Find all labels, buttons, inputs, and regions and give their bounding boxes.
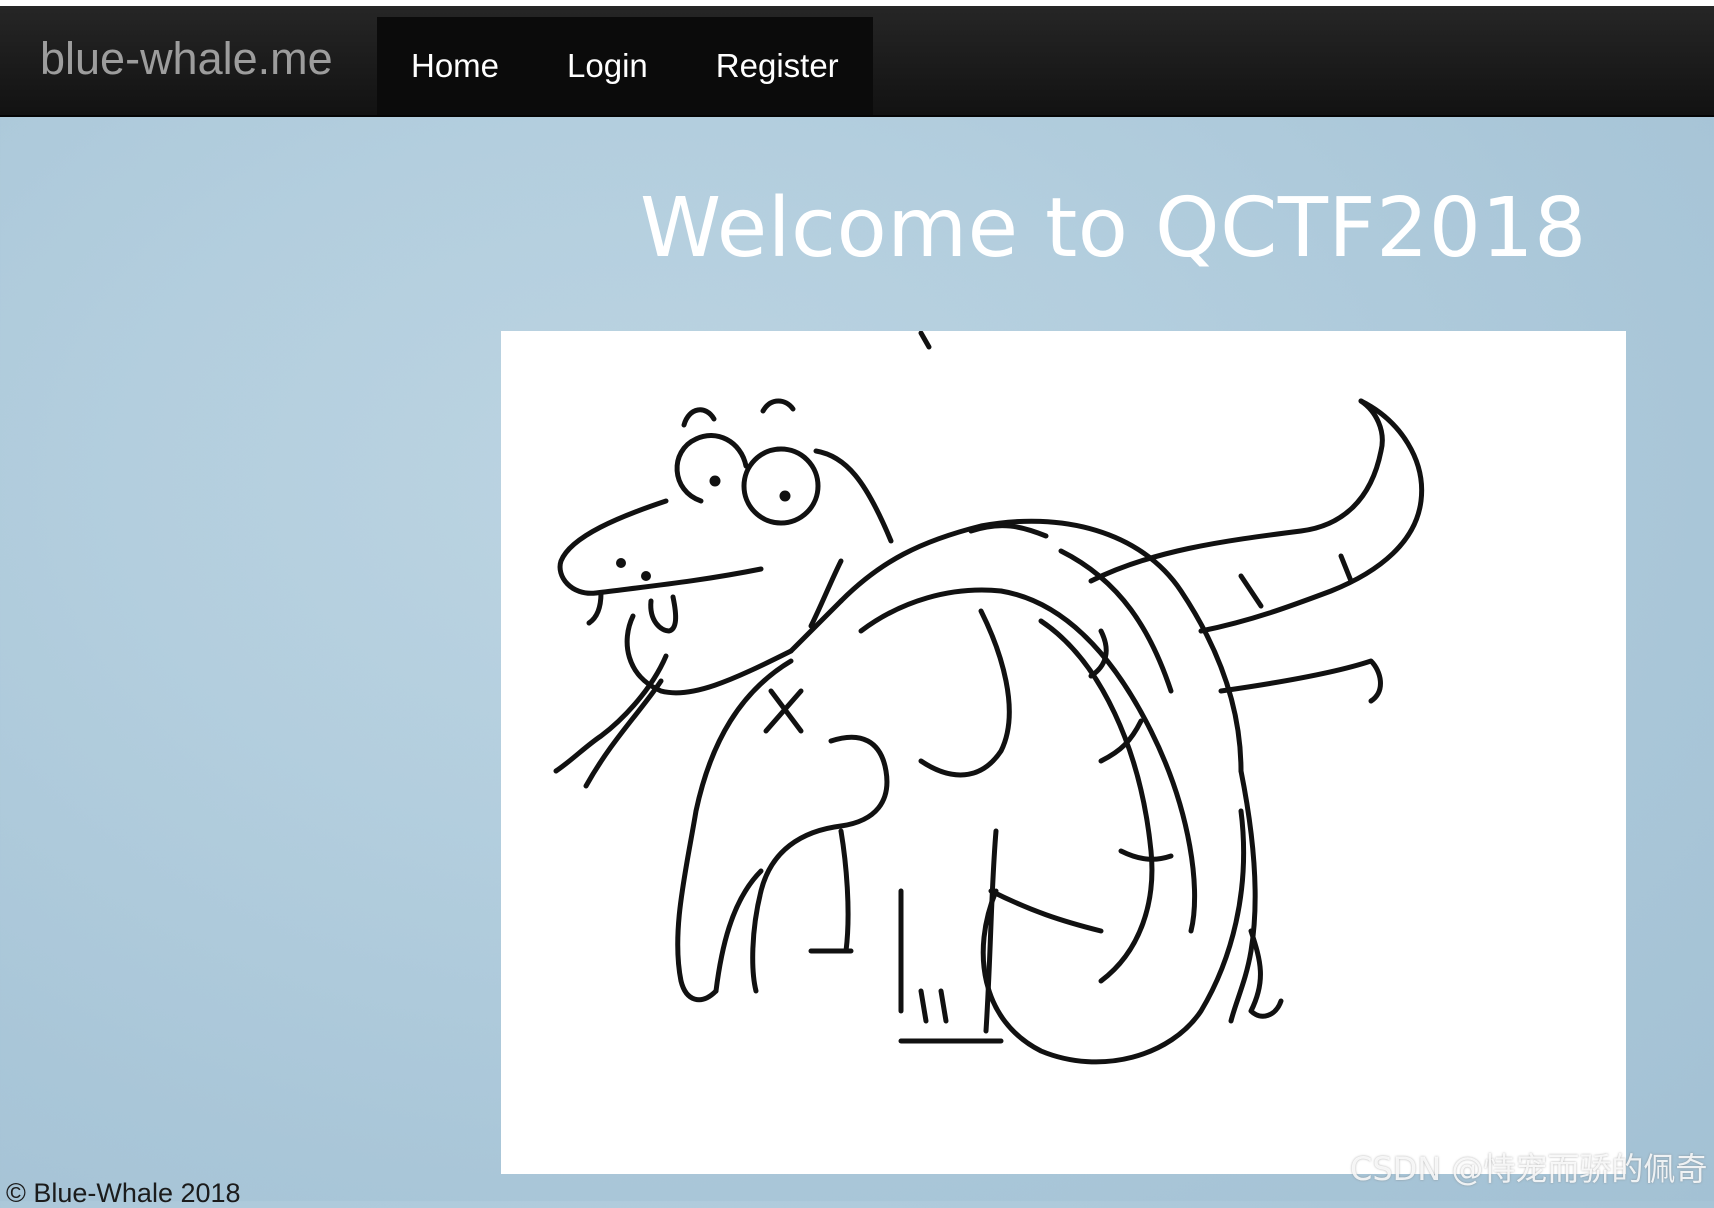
elephant-tail <box>1218 658 1383 704</box>
elephant-ear <box>918 608 1012 778</box>
elephant-rear-foot <box>1248 928 1284 1019</box>
snake-head <box>813 448 894 544</box>
navbar: blue-whale.me Home Login Register <box>0 6 1714 117</box>
brand-link[interactable]: blue-whale.me <box>40 36 333 81</box>
nav-register-link[interactable]: Register <box>682 17 873 115</box>
snake-tail <box>1198 398 1425 634</box>
watermark: CSDN @恃宠而骄的佩奇 <box>1350 1150 1708 1188</box>
snake-tongue <box>553 653 669 774</box>
snake-eye <box>741 446 821 526</box>
snake-nostril <box>641 571 651 581</box>
elephant-toe <box>918 988 929 1024</box>
snake-coil <box>980 808 1247 1065</box>
snake-fang <box>648 594 679 634</box>
footer-copyright: © Blue-Whale 2018 <box>6 1178 241 1208</box>
snake-scale <box>1238 573 1264 609</box>
nav-menu: Home Login Register <box>377 17 873 115</box>
snake-eyebrow <box>760 398 796 414</box>
snake-scale <box>1118 848 1174 862</box>
snake-scale <box>1338 553 1354 584</box>
snake-neck <box>788 598 844 654</box>
snake-tail <box>1088 398 1385 584</box>
snake-body <box>838 518 1244 774</box>
snake-coil <box>998 588 1198 934</box>
snake-coil <box>988 888 1104 934</box>
snake-eye <box>674 433 749 504</box>
snake-fang <box>586 590 604 626</box>
sketch-stroke <box>918 331 932 350</box>
snake-head <box>557 498 669 596</box>
page-title: Welcome to QCTF2018 <box>640 181 1587 276</box>
elephant-leg <box>838 828 851 954</box>
snake-pupil <box>709 475 721 487</box>
elephant-toe <box>938 988 949 1024</box>
nav-login-link[interactable]: Login <box>533 17 682 115</box>
snake-body <box>968 523 1049 539</box>
elephant-head <box>675 658 794 1003</box>
snake-mouth <box>593 566 764 596</box>
snake-tongue <box>583 678 664 789</box>
sketch-drawing <box>553 331 1425 1065</box>
snake-elephant-image <box>501 331 1626 1174</box>
snake-eyebrow <box>681 407 717 428</box>
snake-nostril <box>616 558 626 568</box>
nav-home-link[interactable]: Home <box>377 17 533 115</box>
snake-pupil <box>779 490 791 502</box>
